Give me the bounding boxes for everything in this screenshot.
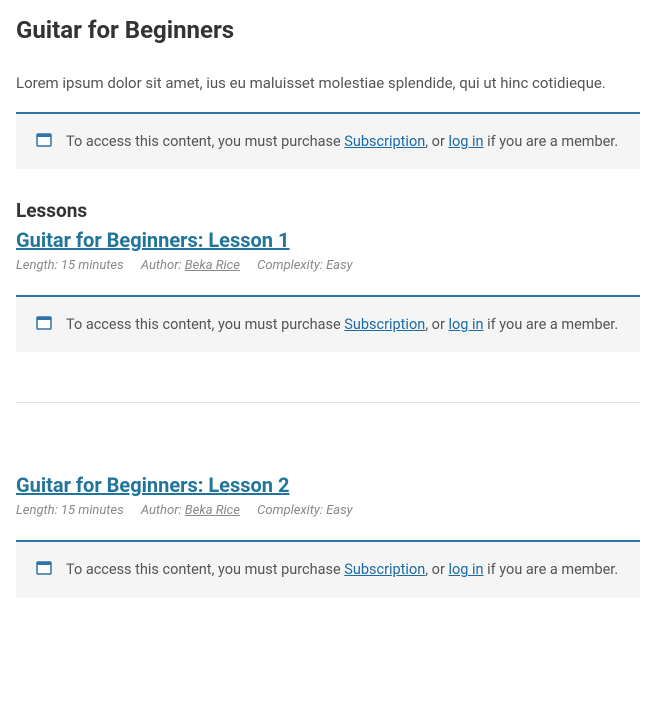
author-label: Author:	[141, 503, 185, 518]
notice-suffix: if you are a member.	[484, 561, 619, 578]
lesson-link[interactable]: Guitar for Beginners: Lesson 1	[16, 228, 289, 252]
info-icon	[36, 560, 52, 576]
author-link[interactable]: Beka Rice	[185, 258, 240, 273]
subscription-link[interactable]: Subscription	[344, 316, 425, 333]
access-notice: To access this content, you must purchas…	[16, 112, 640, 169]
length-value: 15 minutes	[61, 503, 124, 518]
lesson-meta: Length: 15 minutes Author: Beka Rice Com…	[16, 503, 640, 518]
notice-middle: , or	[425, 316, 448, 333]
notice-text: To access this content, you must purchas…	[66, 558, 618, 581]
subscription-link[interactable]: Subscription	[344, 133, 425, 150]
info-icon	[36, 132, 52, 148]
notice-text: To access this content, you must purchas…	[66, 130, 618, 153]
complexity-label: Complexity:	[257, 503, 326, 518]
notice-middle: , or	[425, 561, 448, 578]
lesson-item: Guitar for Beginners: Lesson 2 Length: 1…	[16, 473, 640, 597]
access-notice: To access this content, you must purchas…	[16, 540, 640, 597]
notice-prefix: To access this content, you must purchas…	[66, 133, 344, 150]
intro-text: Lorem ipsum dolor sit amet, ius eu malui…	[16, 74, 640, 92]
lesson-link[interactable]: Guitar for Beginners: Lesson 2	[16, 473, 289, 497]
lesson-title: Guitar for Beginners: Lesson 2	[16, 473, 640, 497]
login-link[interactable]: log in	[448, 561, 483, 578]
lesson-meta: Length: 15 minutes Author: Beka Rice Com…	[16, 258, 640, 273]
login-link[interactable]: log in	[448, 133, 483, 150]
author-link[interactable]: Beka Rice	[185, 503, 240, 518]
access-notice: To access this content, you must purchas…	[16, 295, 640, 352]
length-label: Length:	[16, 258, 61, 273]
info-icon	[36, 315, 52, 331]
notice-prefix: To access this content, you must purchas…	[66, 316, 344, 333]
complexity-value: Easy	[326, 503, 353, 518]
notice-text: To access this content, you must purchas…	[66, 313, 618, 336]
length-label: Length:	[16, 503, 61, 518]
length-value: 15 minutes	[61, 258, 124, 273]
login-link[interactable]: log in	[448, 316, 483, 333]
notice-middle: , or	[425, 133, 448, 150]
complexity-label: Complexity:	[257, 258, 326, 273]
page-title: Guitar for Beginners	[16, 16, 640, 44]
notice-prefix: To access this content, you must purchas…	[66, 561, 344, 578]
complexity-value: Easy	[326, 258, 353, 273]
divider	[16, 402, 640, 403]
lesson-title: Guitar for Beginners: Lesson 1	[16, 228, 640, 252]
author-label: Author:	[141, 258, 185, 273]
notice-suffix: if you are a member.	[484, 316, 619, 333]
subscription-link[interactable]: Subscription	[344, 561, 425, 578]
lesson-item: Guitar for Beginners: Lesson 1 Length: 1…	[16, 228, 640, 352]
lessons-heading: Lessons	[16, 199, 640, 222]
notice-suffix: if you are a member.	[484, 133, 619, 150]
